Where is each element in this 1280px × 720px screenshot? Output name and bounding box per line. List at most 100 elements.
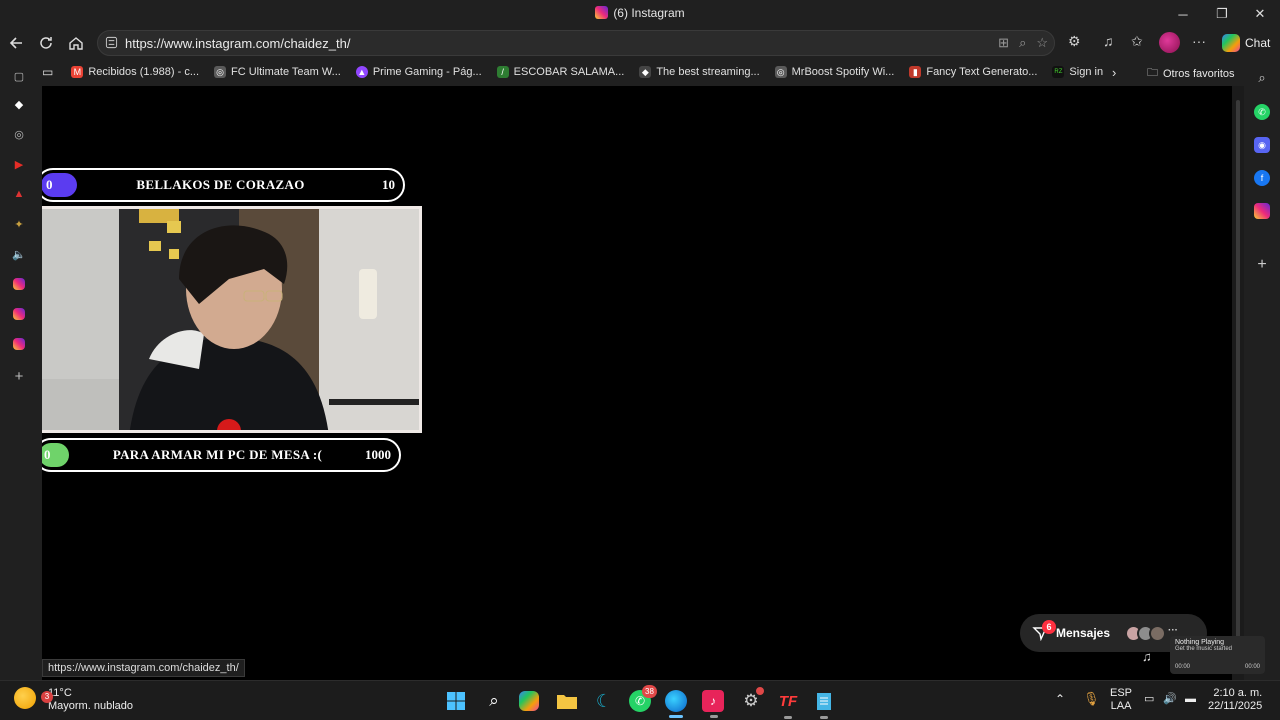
favorites-bar: ▭ M Recibidos (1.988) - c... ◎ FC Ultimate…	[42, 60, 1240, 84]
apps-icon[interactable]: ⊞	[998, 35, 1009, 51]
instagram-sidebar-icon[interactable]	[1254, 203, 1270, 219]
favorite-item[interactable]: ▮ Fancy Text Generato...	[909, 66, 1037, 78]
prime-gaming-icon: ▲	[355, 66, 368, 78]
goal-bar-bottom-label: PARA ARMAR MI PC DE MESA :(	[112, 447, 323, 462]
favorite-item[interactable]: ◎ MrBoost Spotify Wi...	[774, 66, 894, 78]
scrollbar-thumb[interactable]	[1236, 100, 1240, 660]
notepad-taskbar-icon[interactable]	[812, 689, 836, 719]
music-note-icon: ♫	[1142, 649, 1152, 664]
pinned-site-youtube-icon[interactable]: ▶	[11, 156, 27, 172]
search-taskbar-icon[interactable]: ⌕	[482, 689, 506, 713]
extensions-icon[interactable]: ⚙	[1068, 33, 1081, 50]
favorite-item[interactable]: M Recibidos (1.988) - c...	[71, 66, 199, 78]
whatsapp-badge: 38	[642, 685, 657, 698]
add-tab-icon[interactable]: +	[11, 368, 27, 385]
globe-icon: ◎	[774, 66, 787, 78]
network-icon[interactable]: ▭	[1144, 693, 1154, 706]
windows-icon	[447, 692, 465, 710]
favorite-star-icon[interactable]: ☆	[1036, 35, 1048, 51]
favorite-item[interactable]: RZ Sign in	[1052, 66, 1103, 78]
weather-badge: 3	[41, 691, 53, 703]
zoom-icon[interactable]: ⌕	[1019, 35, 1026, 51]
music-widget[interactable]: ♫ Nothing Playing Get the music started …	[1130, 636, 1275, 678]
music-time-start: 00:00	[1175, 664, 1191, 670]
whatsapp-taskbar-icon[interactable]: ✆ 38	[629, 685, 657, 712]
messages-badge: 6	[1042, 620, 1056, 634]
url-text[interactable]: https://www.instagram.com/chaidez_th/	[125, 36, 350, 51]
favorites-overflow-chevron-icon[interactable]: ›	[1112, 65, 1116, 80]
instagram-tab-icon[interactable]	[13, 308, 25, 320]
show-hidden-icons-chevron-icon[interactable]: ⌃	[1055, 693, 1065, 706]
close-window-button[interactable]: ✕	[1241, 0, 1279, 28]
music-time-end: 00:00	[1244, 664, 1260, 670]
language-indicator[interactable]: ESP LAA	[1110, 687, 1132, 713]
tf-app-icon[interactable]: TF	[776, 689, 800, 719]
messages-label: Mensajes	[1056, 626, 1111, 640]
add-sidebar-app-icon[interactable]: +	[1254, 256, 1270, 273]
music-title: Nothing Playing	[1175, 639, 1225, 646]
site-info-icon[interactable]	[105, 36, 118, 52]
search-icon[interactable]: ⌕	[1254, 70, 1270, 86]
microphone-icon[interactable]: 🎙	[1083, 692, 1100, 705]
back-arrow-icon	[9, 37, 22, 49]
favorites-icon[interactable]: ✩	[1131, 33, 1143, 50]
pinned-site-diamond-icon[interactable]: ◆	[11, 96, 27, 112]
razer-icon: RZ	[1052, 66, 1065, 78]
home-button[interactable]	[64, 31, 88, 55]
battery-icon[interactable]: ▬	[1185, 693, 1196, 706]
page-viewport: 0 BELLAKOS DE CORAZAO 10 0 PARA ARMAR MI…	[42, 86, 1232, 680]
webcam-scene	[42, 209, 419, 430]
favorite-item[interactable]: / ESCOBAR SALAMA...	[496, 66, 624, 78]
whatsapp-icon[interactable]: ✆	[1254, 104, 1270, 120]
instagram-tab-icon[interactable]	[13, 338, 25, 350]
gmail-icon: M	[71, 66, 84, 78]
pinned-site-gold-icon[interactable]: ✦	[11, 216, 27, 232]
other-favorites[interactable]: 🗀 Otros favoritos	[1147, 64, 1235, 83]
browser-toolbar: https://www.instagram.com/chaidez_th/ ⊞ …	[0, 28, 1280, 58]
maximize-button[interactable]: ❐	[1203, 0, 1241, 28]
tiktok-taskbar-icon[interactable]: ♪	[702, 690, 724, 718]
copilot-chat-button[interactable]: Chat	[1218, 31, 1276, 55]
copilot-icon	[1222, 34, 1240, 52]
facebook-icon[interactable]: f	[1254, 170, 1270, 186]
goal-bar-bottom-target: 1000	[365, 447, 391, 462]
favorites-menu-icon[interactable]: ▭	[42, 65, 53, 79]
minimize-button[interactable]: ─	[1164, 0, 1202, 28]
edge-taskbar-icon[interactable]	[665, 690, 687, 718]
favorite-item[interactable]: ▲ Prime Gaming - Pág...	[355, 66, 482, 78]
webcam-feed	[42, 206, 422, 433]
taskbar: 3 11°C Mayorm. nublado ⌕ ☾ ✆ 38 ♪ ⚙ TF ⌃ …	[0, 680, 1280, 720]
tab-actions-icon[interactable]: ▢	[11, 68, 27, 84]
clock[interactable]: 2:10 a. m. 22/11/2025	[1208, 687, 1262, 713]
address-bar[interactable]: https://www.instagram.com/chaidez_th/ ⊞ …	[97, 30, 1055, 56]
text-generator-icon: ▮	[909, 66, 922, 78]
more-options-icon[interactable]: ···	[1192, 33, 1206, 49]
pinned-site-red-icon[interactable]: ▲	[11, 186, 27, 202]
app-crescent-icon[interactable]: ☾	[592, 689, 616, 713]
goal-bar-top-label: BELLAKOS DE CORAZAO	[136, 177, 305, 192]
left-sidebar: ▢ ◆ ◎ ▶ ▲ ✦ 🔈 +	[0, 60, 38, 680]
instagram-tab-icon[interactable]	[13, 278, 25, 290]
vertical-scrollbar[interactable]	[1232, 86, 1244, 680]
profile-avatar[interactable]	[1159, 32, 1180, 53]
media-control-icon[interactable]: ♫	[1103, 33, 1114, 49]
folder-icon: 🗀	[1147, 67, 1158, 79]
goal-bar-bottom: 0 PARA ARMAR MI PC DE MESA :( 1000	[42, 438, 401, 472]
favorite-item[interactable]: ◎ FC Ultimate Team W...	[214, 66, 341, 78]
pinned-site-globe-icon[interactable]: ◎	[11, 126, 27, 142]
link-hover-status: https://www.instagram.com/chaidez_th/	[42, 659, 245, 677]
music-card[interactable]: Nothing Playing Get the music started 00…	[1170, 636, 1265, 674]
back-button[interactable]	[4, 31, 28, 55]
refresh-button[interactable]	[34, 31, 58, 55]
steam-taskbar-icon[interactable]: ⚙	[739, 687, 764, 713]
favorite-item[interactable]: ◆ The best streaming...	[639, 66, 760, 78]
file-explorer-icon[interactable]	[555, 689, 579, 713]
start-button[interactable]	[444, 689, 468, 713]
chat-label: Chat	[1245, 36, 1271, 50]
weather-widget[interactable]: 3 11°C Mayorm. nublado	[14, 687, 133, 713]
copilot-taskbar-icon[interactable]	[519, 691, 539, 711]
goal-bar-top: 0 BELLAKOS DE CORAZAO 10	[42, 168, 405, 202]
discord-icon[interactable]: ◉	[1254, 137, 1270, 153]
volume-icon[interactable]: 🔊	[1163, 693, 1177, 706]
speaker-icon[interactable]: 🔈	[11, 246, 27, 262]
